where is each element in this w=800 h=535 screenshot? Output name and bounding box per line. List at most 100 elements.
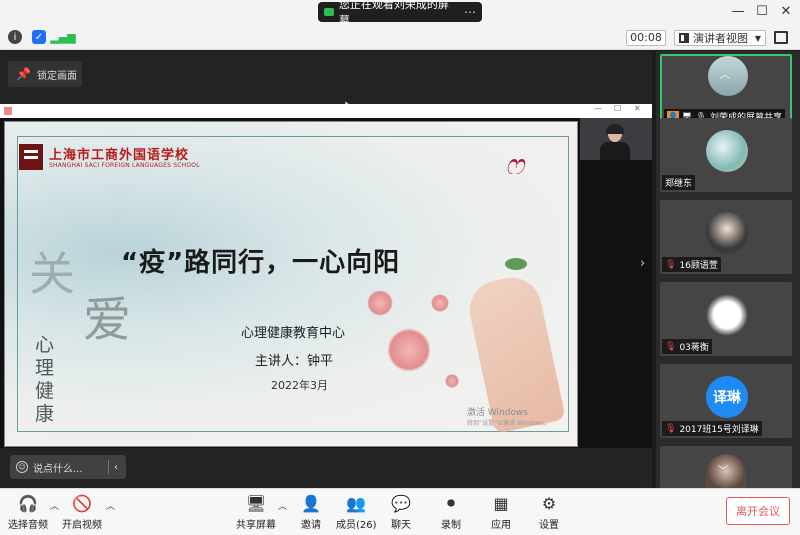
apps-icon: ▦ <box>493 493 509 513</box>
record-icon: ⏺ <box>446 493 455 512</box>
shield-icon[interactable]: ✓ <box>32 30 46 44</box>
avatar <box>706 212 748 254</box>
video-label: 开启视频 <box>62 520 102 531</box>
flower-decoration <box>431 294 449 312</box>
decor-char-ai: 爱 <box>83 292 132 348</box>
leave-meeting-button[interactable]: 离开会议 <box>726 497 790 525</box>
members-button[interactable]: 👥 成员(26) <box>336 493 377 532</box>
presenter-hair <box>606 124 624 134</box>
participant-name: 16顾语萱 <box>679 261 718 271</box>
record-label: 录制 <box>441 520 461 531</box>
lock-view-label: 锁定画面 <box>36 70 77 82</box>
shared-window-titlebar: — ☐ ✕ <box>0 104 652 118</box>
chat-placeholder: 说点什么... <box>33 463 83 475</box>
participant-label: 🎙 03蒋衡 <box>662 339 712 354</box>
headset-icon: 🎧 <box>18 493 38 513</box>
lock-view-button[interactable]: 📌 锁定画面 <box>8 61 82 87</box>
audio-label: 选择音频 <box>8 520 48 531</box>
invite-button[interactable]: 👤 邀请 <box>300 493 322 532</box>
close-icon[interactable]: ✕ <box>778 4 794 19</box>
participant-tile[interactable]: 🎙 16顾语萱 <box>660 200 792 274</box>
flower-decoration <box>367 290 393 316</box>
minimize-icon[interactable]: — <box>730 4 746 19</box>
audio-options-caret[interactable]: ︿ <box>50 499 59 512</box>
share-label: 共享屏幕 <box>236 520 276 531</box>
maximize-icon[interactable]: ☐ <box>754 4 770 19</box>
vertical-text: 心理健康 <box>35 334 55 425</box>
view-mode-label: 演讲者视图 <box>693 32 748 45</box>
audio-button[interactable]: 🎧 选择音频 <box>8 493 48 532</box>
shared-maximize-icon: ☐ <box>614 104 622 113</box>
screen-share-icon <box>324 8 334 16</box>
shared-minimize-icon: — <box>594 104 602 113</box>
share-screen-icon: 🖥 <box>245 493 267 513</box>
avatar <box>706 294 748 336</box>
more-icon[interactable]: ⋯ <box>464 5 476 19</box>
participant-name: 郑继东 <box>665 179 693 189</box>
slide-date: 2022年3月 <box>271 379 328 392</box>
video-button[interactable]: 🚫 开启视频 <box>62 493 102 532</box>
fullscreen-icon[interactable] <box>774 31 788 44</box>
brand-logo: ෆ <box>505 148 524 181</box>
share-options-caret[interactable]: ︿ <box>278 499 287 512</box>
video-off-icon: 🚫 <box>72 493 92 513</box>
record-button[interactable]: ⏺ 录制 <box>440 493 462 531</box>
participant-label: 🎙 16顾语萱 <box>662 257 721 272</box>
decor-char-guan: 关 <box>29 247 75 301</box>
avatar-initials: 译琳 <box>706 376 748 418</box>
apps-label: 应用 <box>491 520 511 531</box>
participant-tile[interactable]: ﹀ <box>660 446 792 488</box>
members-icon: 👥 <box>346 493 367 513</box>
presenter-video <box>580 118 652 160</box>
school-logo <box>19 144 43 170</box>
apps-button[interactable]: ▦ 应用 <box>490 493 512 532</box>
flower-decoration <box>387 328 431 372</box>
signal-icon[interactable]: ▂▄▆ <box>50 30 75 44</box>
pin-icon: 📌 <box>16 67 31 81</box>
share-screen-button[interactable]: 🖥 共享屏幕 <box>236 493 276 532</box>
participant-tile-screen-share[interactable]: ︿ 👤 🖥 🎙 刘荣成的屏幕共享 <box>660 54 792 128</box>
participant-tile[interactable]: 郑继东 <box>660 118 792 192</box>
chevron-right-icon[interactable]: › <box>640 256 645 271</box>
title-bar: 您正在观看刘荣成的屏幕 ⋯ — ☐ ✕ <box>0 0 800 27</box>
participant-tile[interactable]: 译琳 🎙 2017班15号刘译琳 <box>660 364 792 438</box>
main-video-area: 📌 锁定画面 — ☐ ✕ 上海市工商外国语学校 SHANGHAI SACI FO… <box>0 51 652 488</box>
chevron-up-icon[interactable]: ︿ <box>720 66 730 81</box>
participant-name: 03蒋衡 <box>679 343 709 353</box>
school-name-en: SHANGHAI SACI FOREIGN LANGUAGES SCHOOL <box>49 162 200 169</box>
divider <box>108 460 109 474</box>
video-options-caret[interactable]: ︿ <box>106 499 115 512</box>
participant-label: 郑继东 <box>662 175 696 190</box>
meeting-info-bar: i ✓ ▂▄▆ 00:08 演讲者视图 ▼ <box>0 26 800 50</box>
sharing-notice[interactable]: 您正在观看刘荣成的屏幕 ⋯ <box>318 0 482 27</box>
add-user-icon: 👤 <box>301 493 321 513</box>
school-name: 上海市工商外国语学校 <box>49 148 190 163</box>
chat-label: 聊天 <box>391 520 411 531</box>
activate-windows-sub: 转到“设置”以激活 Windows。 <box>467 420 550 427</box>
chat-button[interactable]: 💬 聊天 <box>390 493 412 532</box>
activate-windows-notice: 激活 Windows <box>467 408 529 418</box>
chevron-left-icon[interactable]: ‹ <box>114 462 118 473</box>
chat-input-bar[interactable]: ☺ 说点什么... ‹ <box>10 455 126 479</box>
view-mode-button[interactable]: 演讲者视图 ▼ <box>674 30 766 46</box>
avatar <box>706 130 748 172</box>
mic-muted-icon: 🎙 <box>665 423 677 434</box>
chat-icon: 💬 <box>391 493 411 513</box>
app-icon <box>4 107 12 115</box>
meeting-timer: 00:08 <box>626 30 666 46</box>
slide-title: “疫”路同行，一心向阳 <box>121 248 401 278</box>
info-icon[interactable]: i <box>8 30 22 44</box>
chevron-down-icon[interactable]: ﹀ <box>718 462 728 477</box>
slide-subtitle: 心理健康教育中心 <box>241 326 346 341</box>
mic-muted-icon: 🎙 <box>665 259 677 270</box>
chevron-down-icon: ▼ <box>754 33 761 43</box>
sharing-notice-text: 您正在观看刘荣成的屏幕 <box>338 0 449 27</box>
presentation-slide: 上海市工商外国语学校 SHANGHAI SACI FOREIGN LANGUAG… <box>4 121 578 447</box>
participant-name: 2017班15号刘译琳 <box>679 425 759 435</box>
shared-screen: 上海市工商外国语学校 SHANGHAI SACI FOREIGN LANGUAG… <box>0 118 652 448</box>
speaker-view-icon <box>679 33 689 43</box>
settings-button[interactable]: ⚙ 设置 <box>538 493 560 532</box>
shared-close-icon: ✕ <box>634 104 641 113</box>
participant-tile[interactable]: 🎙 03蒋衡 <box>660 282 792 356</box>
emoji-icon[interactable]: ☺ <box>16 461 28 473</box>
